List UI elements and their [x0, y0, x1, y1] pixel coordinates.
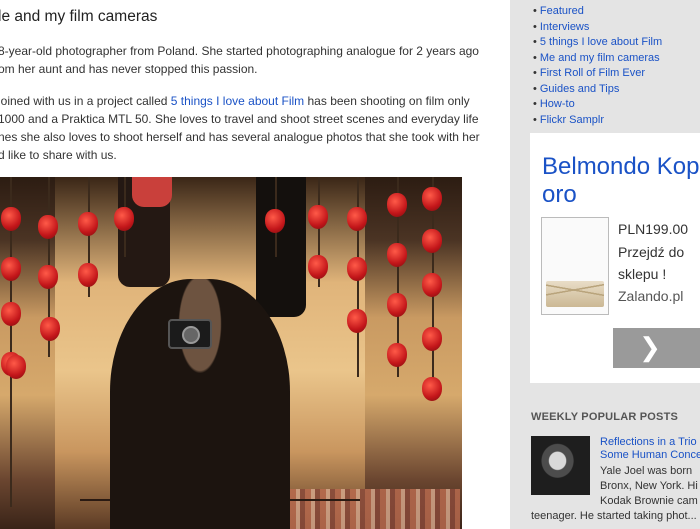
flickr-samplr-link[interactable]: Flickr Samplr	[540, 114, 604, 126]
clutch-bag-image	[546, 281, 604, 307]
first-roll-link[interactable]: First Roll of Film Ever	[540, 67, 645, 79]
lantern	[347, 207, 367, 231]
sidebar-item-me-and-my-cameras: • Me and my film cameras	[533, 51, 662, 67]
intro-line: om her aunt and has never stopped this p…	[0, 62, 258, 76]
lantern	[422, 377, 442, 401]
interviews-link[interactable]: Interviews	[540, 21, 590, 33]
ad-title-line[interactable]: Belmondo Kop	[542, 153, 699, 181]
sidebar-item-how-to: • How-to	[533, 97, 662, 113]
sidebar-item-interviews: • Interviews	[533, 20, 662, 36]
bullet: •	[533, 20, 537, 33]
bullet: •	[533, 36, 537, 48]
lantern	[78, 263, 98, 287]
category-links: • Featured • Interviews • 5 things I love a…	[533, 4, 662, 128]
ad-cta-line[interactable]: sklepu !	[618, 263, 684, 285]
mirror-selfie-photo	[0, 177, 462, 529]
sidebar-item-guides: • Guides and Tips	[533, 82, 662, 98]
popular-post-link[interactable]: Reflections in a Trio Some Human Conce	[600, 436, 700, 462]
chevron-right-icon: ❯	[639, 332, 661, 362]
lantern	[308, 205, 328, 229]
popular-post-snippet: Yale Joel was born Bronx, New York. Hi K…	[531, 464, 698, 524]
lantern	[308, 255, 328, 279]
five-things-link[interactable]: 5 things I love about Film	[171, 94, 304, 108]
lantern	[78, 212, 98, 236]
bullet: •	[533, 67, 537, 79]
lantern	[422, 187, 442, 211]
post-title: le and my film cameras	[0, 8, 158, 25]
lantern	[1, 207, 21, 231]
bullet: •	[533, 113, 537, 126]
project-line: d like to share with us.	[0, 148, 117, 162]
lantern	[422, 273, 442, 297]
how-to-link[interactable]: How-to	[540, 98, 575, 110]
lantern	[1, 257, 21, 281]
intro-line: 8-year-old photographer from Poland. She…	[0, 44, 479, 58]
lantern	[387, 193, 407, 217]
lantern	[38, 215, 58, 239]
lantern	[422, 327, 442, 351]
zalando-ad[interactable]: Belmondo Kop oro PLN199.00 Przejdź do sk…	[530, 133, 700, 383]
bullet: •	[533, 98, 537, 110]
guides-link[interactable]: Guides and Tips	[540, 83, 620, 95]
snippet-line: Bronx, New York. Hi	[600, 480, 698, 492]
ad-next-button[interactable]: ❯	[613, 328, 700, 368]
popular-post-title-line[interactable]: Reflections in a Trio	[600, 436, 700, 449]
snippet-line: teenager. He started taking phot...	[531, 510, 697, 522]
lantern	[114, 207, 134, 231]
lantern	[40, 317, 60, 341]
ad-title-line[interactable]: oro	[542, 181, 699, 209]
bullet: •	[533, 5, 537, 17]
lantern	[387, 243, 407, 267]
project-paragraph: joined with us in a project called 5 thi…	[0, 92, 480, 164]
project-line: joined with us in a project called 5 thi…	[0, 92, 480, 110]
lantern	[422, 229, 442, 253]
snippet-line: Yale Joel was born	[600, 465, 693, 477]
lantern	[38, 265, 58, 289]
hanging-dress	[256, 177, 306, 317]
project-text-post: has been shooting on film only	[304, 94, 470, 108]
popular-post-thumbnail[interactable]	[531, 436, 590, 495]
sidebar-item-first-roll: • First Roll of Film Ever	[533, 66, 662, 82]
hanging-dress	[132, 177, 172, 207]
lantern	[1, 302, 21, 326]
popular-post-title-line[interactable]: Some Human Conce	[600, 449, 700, 462]
intro-paragraph: 8-year-old photographer from Poland. She…	[0, 42, 479, 78]
lantern	[347, 309, 367, 333]
five-things-sidebar-link[interactable]: 5 things I love about Film	[540, 36, 662, 48]
lantern	[265, 209, 285, 233]
featured-link[interactable]: Featured	[540, 5, 584, 17]
ad-cta-text[interactable]: Przejdź do sklepu !	[618, 241, 684, 285]
lantern	[6, 355, 26, 379]
project-text-pre: joined with us in a project called	[0, 94, 171, 108]
photographer-silhouette	[110, 279, 290, 529]
sidebar: • Featured • Interviews • 5 things I love a…	[510, 0, 700, 529]
project-line: nes she also loves to shoot herself and …	[0, 130, 480, 144]
sidebar-item-featured: • Featured	[533, 4, 662, 20]
lantern	[347, 257, 367, 281]
camera-icon	[168, 319, 212, 349]
ad-price: PLN199.00	[618, 221, 689, 237]
ad-cta-line[interactable]: Przejdź do	[618, 241, 684, 263]
ad-product-image[interactable]	[541, 217, 609, 315]
project-line: 1000 and a Praktica MTL 50. She loves to…	[0, 112, 479, 126]
weekly-popular-heading: WEEKLY POPULAR POSTS	[531, 411, 679, 423]
ad-title[interactable]: Belmondo Kop oro	[542, 153, 699, 209]
sidebar-item-five-things: • 5 things I love about Film	[533, 35, 662, 51]
snippet-line: Kodak Brownie cam	[600, 495, 698, 507]
sidebar-item-flickr: • Flickr Samplr	[533, 113, 662, 129]
main-content: le and my film cameras 8-year-old photog…	[0, 0, 510, 529]
lantern	[387, 343, 407, 367]
bullet: •	[533, 82, 537, 95]
lantern	[387, 293, 407, 317]
bullet: •	[533, 51, 537, 64]
film-cameras-link[interactable]: Me and my film cameras	[540, 52, 660, 64]
ad-brand: Zalando.pl	[618, 288, 684, 304]
